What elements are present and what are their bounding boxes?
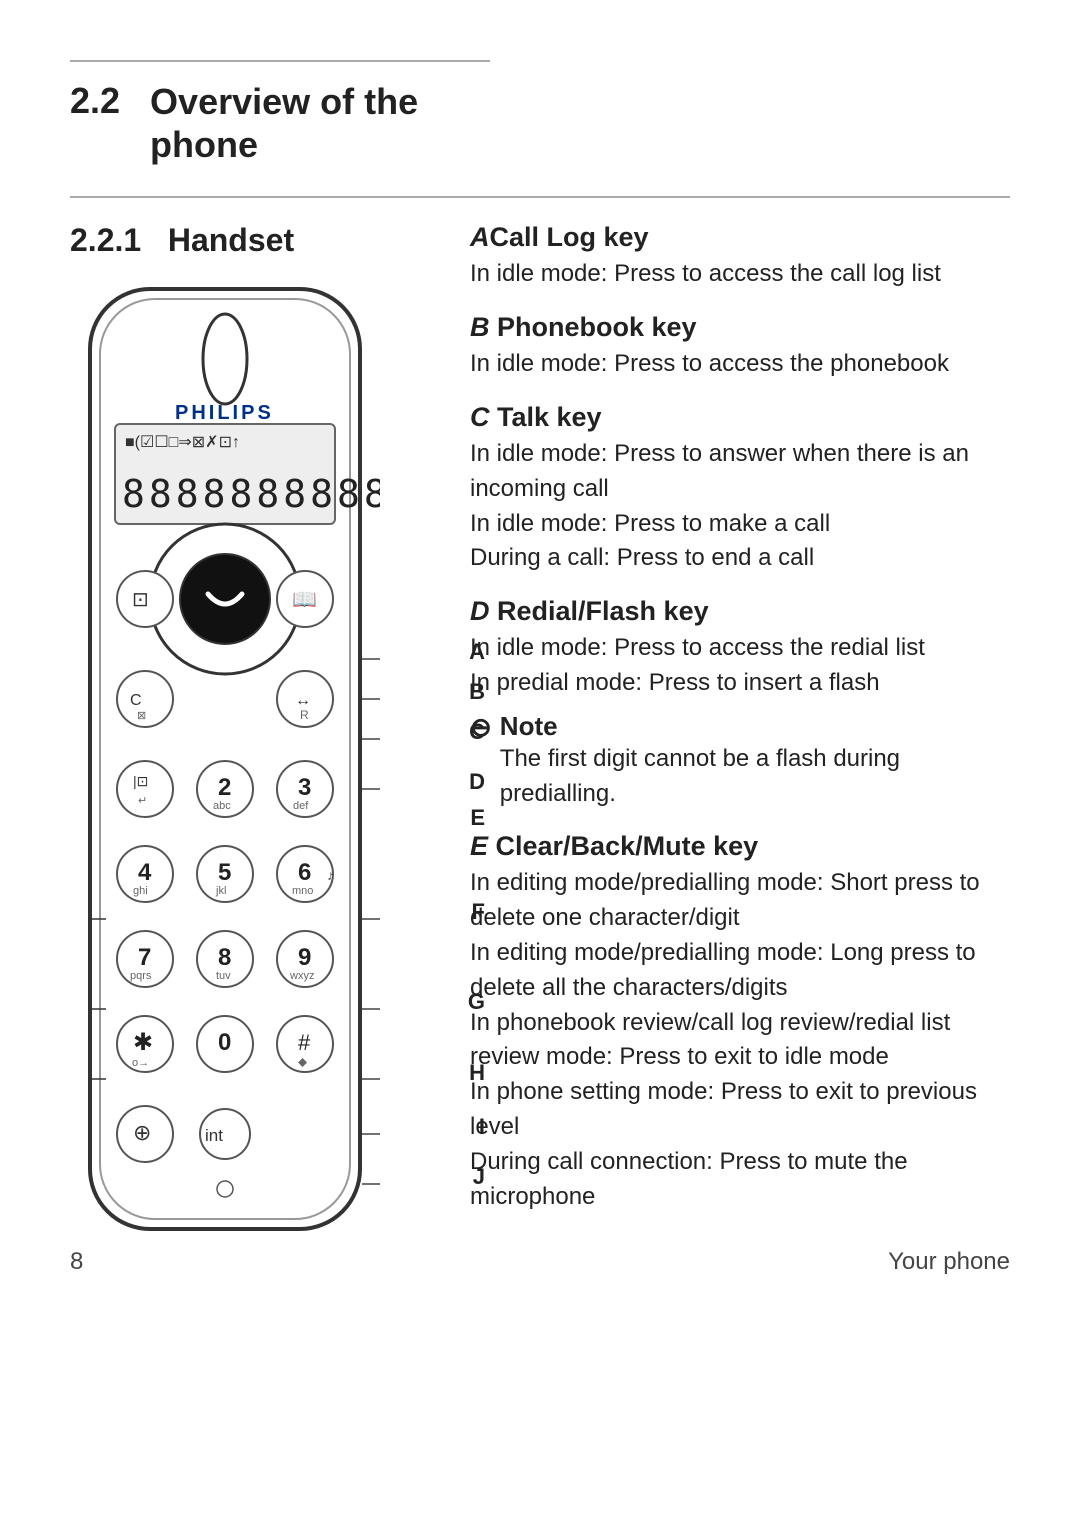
svg-text:4: 4: [138, 859, 152, 886]
label-D: D: [469, 771, 485, 793]
sub-rule: [70, 196, 1010, 198]
label-I: I: [479, 1116, 485, 1138]
label-E: E: [470, 807, 485, 829]
key-B-title: B Phonebook key: [470, 312, 1010, 343]
svg-text:88888888888: 88888888888: [122, 472, 380, 516]
svg-text:6: 6: [298, 859, 311, 886]
key-C-letter: C: [470, 402, 490, 432]
svg-text:0: 0: [218, 1029, 231, 1056]
svg-text:📖: 📖: [292, 589, 317, 611]
key-C-desc1: In idle mode: Press to answer when there…: [470, 437, 1010, 507]
page-container: 2.2 Overview of thephone 2.2.1 Handset: [0, 0, 1080, 1326]
note-box: ⊖ Note The first digit cannot be a flash…: [470, 711, 1010, 812]
key-B-name: Phonebook key: [490, 312, 697, 342]
label-F: F: [472, 901, 485, 923]
svg-text:ghi: ghi: [133, 885, 148, 897]
key-E-title: E Clear/Back/Mute key: [470, 831, 1010, 862]
svg-text:⊠: ⊠: [137, 710, 146, 722]
svg-text:tuv: tuv: [216, 970, 231, 982]
svg-text:mno: mno: [292, 885, 313, 897]
svg-text:PHILIPS: PHILIPS: [175, 402, 274, 424]
key-B-entry: B Phonebook key In idle mode: Press to a…: [470, 312, 1010, 382]
svg-text:|⊡: |⊡: [133, 773, 148, 789]
svg-text:C: C: [130, 692, 142, 709]
label-C: C: [469, 721, 485, 743]
right-col: ACall Log key In idle mode: Press to acc…: [470, 222, 1010, 1234]
svg-text:♪: ♪: [327, 867, 334, 883]
svg-text:3: 3: [298, 774, 311, 801]
svg-text:5: 5: [218, 859, 231, 886]
two-col-layout: 2.2.1 Handset ■(☑☐□⇒⊠✗⊡↑: [70, 222, 1010, 1266]
subsection-title: Handset: [168, 222, 294, 258]
note-label: Note: [500, 711, 558, 741]
svg-text:✱: ✱: [133, 1029, 153, 1056]
key-C-title: C Talk key: [470, 402, 1010, 433]
key-E-desc5: During call connection: Press to mute th…: [470, 1145, 1010, 1215]
svg-text:7: 7: [138, 944, 151, 971]
footer-section-title: Your phone: [888, 1248, 1010, 1276]
key-C-desc2: In idle mode: Press to make a call: [470, 507, 1010, 542]
key-C-entry: C Talk key In idle mode: Press to answer…: [470, 402, 1010, 576]
svg-text:⬥: ⬥: [298, 1054, 307, 1069]
section-number: 2.2: [70, 80, 120, 166]
key-D-name: Redial/Flash key: [490, 596, 709, 626]
top-rule: [70, 60, 490, 62]
svg-text:8: 8: [218, 944, 231, 971]
svg-text:⊡: ⊡: [132, 589, 149, 611]
key-A-entry: ACall Log key In idle mode: Press to acc…: [470, 222, 1010, 292]
svg-text:#: #: [298, 1030, 311, 1055]
key-A-letter: A: [470, 222, 490, 252]
subsection-heading: 2.2.1 Handset: [70, 222, 430, 259]
section-title: Overview of thephone: [150, 80, 418, 166]
label-H: H: [469, 1062, 485, 1084]
key-E-name: Clear/Back/Mute key: [488, 831, 758, 861]
svg-text:■(☑☐□⇒⊠✗⊡↑: ■(☑☐□⇒⊠✗⊡↑: [125, 434, 240, 451]
key-D-letter: D: [470, 596, 490, 626]
svg-text:9: 9: [298, 944, 311, 971]
footer: 8 Your phone: [70, 1248, 1010, 1276]
svg-text:def: def: [293, 800, 309, 812]
key-D-title: D Redial/Flash key: [470, 596, 1010, 627]
svg-text:o→: o→: [132, 1057, 149, 1069]
svg-text:pqrs: pqrs: [130, 970, 152, 982]
key-E-desc1: In editing mode/predialling mode: Short …: [470, 866, 1010, 936]
phone-svg: ■(☑☐□⇒⊠✗⊡↑ 88888888888 PHILIPS ⊡: [70, 279, 380, 1259]
label-B: B: [469, 681, 485, 703]
key-E-desc2: In editing mode/predialling mode: Long p…: [470, 936, 1010, 1006]
key-A-title: ACall Log key: [470, 222, 1010, 253]
label-G: G: [468, 991, 485, 1013]
svg-text:jkl: jkl: [215, 885, 226, 897]
key-A-desc: In idle mode: Press to access the call l…: [470, 257, 1010, 292]
left-col: 2.2.1 Handset ■(☑☐□⇒⊠✗⊡↑: [70, 222, 430, 1266]
note-text: The first digit cannot be a flash during…: [500, 745, 900, 807]
svg-text:2: 2: [218, 774, 231, 801]
key-E-desc4: In phone setting mode: Press to exit to …: [470, 1075, 1010, 1145]
svg-text:⊕: ⊕: [133, 1120, 151, 1145]
svg-text:wxyz: wxyz: [289, 970, 314, 982]
page-number: 8: [70, 1248, 83, 1276]
key-E-letter: E: [470, 831, 488, 861]
subsection-number: 2.2.1: [70, 222, 141, 258]
key-B-letter: B: [470, 312, 490, 342]
section-heading: 2.2 Overview of thephone: [70, 80, 1010, 166]
svg-text:R: R: [300, 708, 309, 722]
key-B-desc: In idle mode: Press to access the phoneb…: [470, 347, 1010, 382]
key-D-desc2: In predial mode: Press to insert a flash: [470, 666, 1010, 701]
svg-text:↔: ↔: [295, 692, 311, 709]
svg-text:int: int: [205, 1126, 223, 1145]
key-C-name: Talk key: [490, 402, 602, 432]
key-D-entry: D Redial/Flash key In idle mode: Press t…: [470, 596, 1010, 811]
key-E-entry: E Clear/Back/Mute key In editing mode/pr…: [470, 831, 1010, 1214]
key-C-desc3: During a call: Press to end a call: [470, 541, 1010, 576]
key-A-name: Call Log key: [490, 222, 649, 252]
key-D-desc1: In idle mode: Press to access the redial…: [470, 631, 1010, 666]
svg-text:↵: ↵: [138, 795, 147, 807]
label-J: J: [473, 1166, 485, 1188]
note-content: Note The first digit cannot be a flash d…: [500, 711, 1010, 812]
phone-illustration: ■(☑☐□⇒⊠✗⊡↑ 88888888888 PHILIPS ⊡: [70, 279, 430, 1266]
svg-text:abc: abc: [213, 800, 231, 812]
label-A: A: [469, 641, 485, 663]
key-E-desc3: In phonebook review/call log review/redi…: [470, 1006, 1010, 1076]
